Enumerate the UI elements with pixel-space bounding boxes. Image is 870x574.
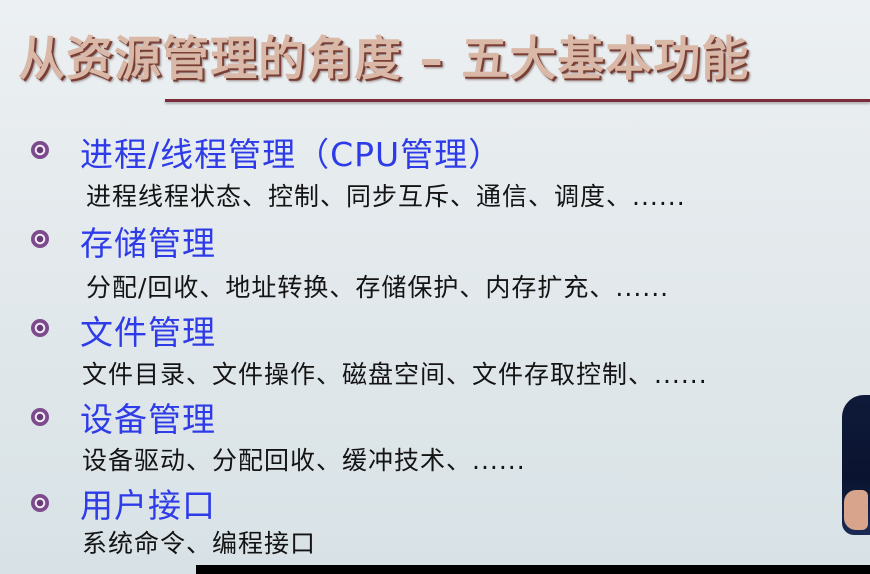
item-heading: 文件管理 [80, 313, 216, 352]
bottom-bar [196, 565, 870, 574]
slide-title: 从资源管理的角度 – 五大基本功能 [18, 32, 750, 87]
bullet-icon [31, 141, 49, 159]
item-detail: 设备驱动、分配回收、缓冲技术、...... [82, 446, 526, 475]
item-detail: 系统命令、编程接口 [82, 529, 317, 558]
item-heading: 用户接口 [80, 486, 216, 525]
item-heading: 进程/线程管理（CPU管理） [80, 135, 503, 174]
item-heading: 存储管理 [80, 224, 216, 263]
title-divider [165, 99, 870, 102]
bullet-icon [31, 408, 49, 426]
bullet-icon [31, 319, 49, 337]
presenter-hand [844, 490, 868, 530]
bullet-icon [31, 494, 49, 512]
item-detail: 分配/回收、地址转换、存储保护、内存扩充、...... [86, 273, 670, 302]
item-heading: 设备管理 [80, 400, 216, 439]
item-detail: 文件目录、文件操作、磁盘空间、文件存取控制、...... [82, 360, 708, 389]
item-detail: 进程线程状态、控制、同步互斥、通信、调度、...... [86, 182, 686, 211]
bullet-icon [31, 230, 49, 248]
